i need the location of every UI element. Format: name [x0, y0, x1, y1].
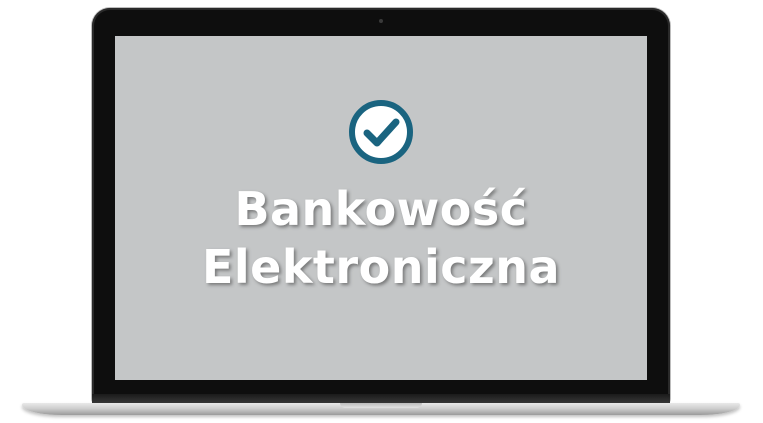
check-circle-icon — [349, 100, 413, 164]
title-line-1: Bankowość — [234, 182, 528, 236]
camera-icon — [379, 19, 383, 23]
laptop-lid: Bankowość Elektroniczna — [92, 8, 670, 403]
laptop-base — [22, 403, 740, 415]
laptop-mockup: Bankowość Elektroniczna — [0, 0, 763, 423]
title-line-2: Elektroniczna — [201, 240, 561, 294]
page-title: Bankowość Elektroniczna — [202, 180, 560, 296]
laptop-screen: Bankowość Elektroniczna — [115, 36, 647, 380]
base-notch — [340, 403, 422, 408]
